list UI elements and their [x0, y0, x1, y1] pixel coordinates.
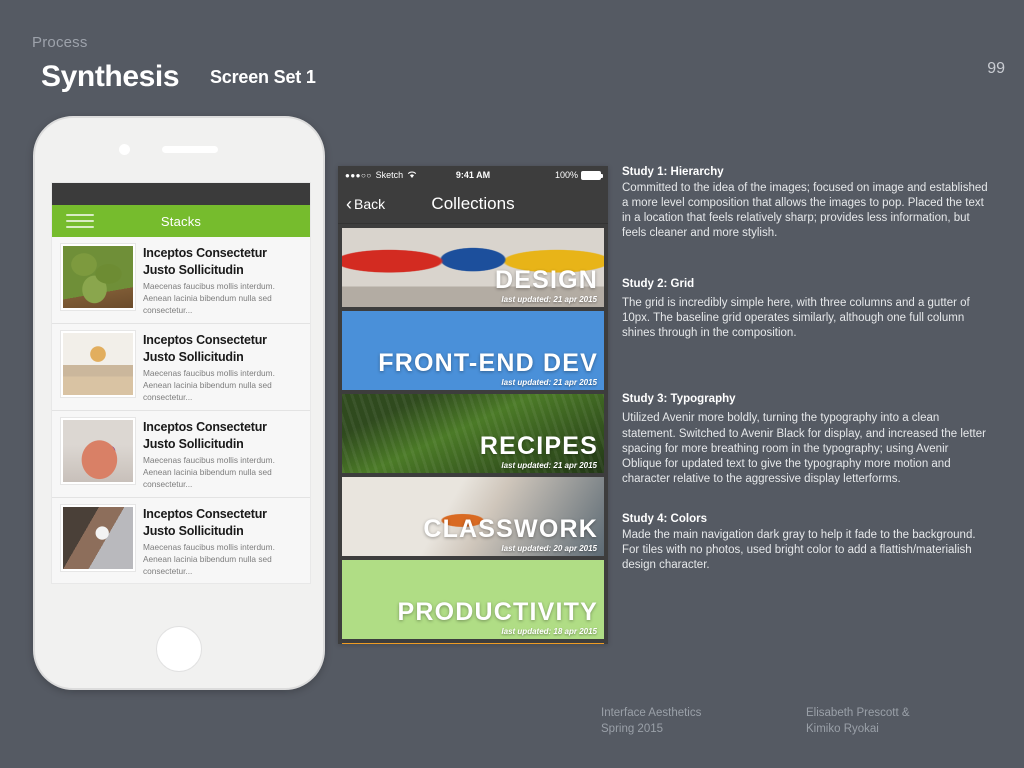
- list-item-title: Inceptos Consectetur Justo Sollicitudin: [143, 420, 267, 451]
- note-title: Study 2: Grid: [622, 278, 695, 291]
- list-item-thumbnail: [61, 418, 135, 485]
- tile-updated: last updated: 18 apr 2015: [501, 627, 597, 636]
- stacks-list[interactable]: Inceptos Consectetur Justo Sollicitudin …: [52, 237, 310, 583]
- collection-tile-design[interactable]: DESIGN last updated: 21 apr 2015: [342, 228, 604, 307]
- tile-label: RECIPES: [479, 432, 598, 460]
- list-item[interactable]: Inceptos Consectetur Justo Sollicitudin …: [52, 237, 310, 325]
- tile-label: PRODUCTIVITY: [397, 598, 598, 626]
- stacks-nav-bar: Stacks: [52, 205, 310, 237]
- tile-label: DESIGN: [494, 266, 598, 294]
- page-title: Synthesis: [41, 60, 180, 93]
- camera-icon: [119, 144, 130, 155]
- tile-updated: last updated: 21 apr 2015: [501, 295, 597, 304]
- note-body: Utilized Avenir more boldly, turning the…: [622, 412, 986, 485]
- collection-tile-classwork[interactable]: CLASSWORK last updated: 20 apr 2015: [342, 477, 604, 556]
- note-body: Made the main navigation dark gray to he…: [622, 528, 976, 571]
- note-title: Study 1: Hierarchy: [622, 166, 724, 178]
- slide-subtitle: Screen Set 1: [210, 67, 316, 87]
- back-button[interactable]: ‹ Back: [346, 195, 385, 213]
- signal-strength-icon: ●●●○○: [345, 170, 372, 180]
- list-item[interactable]: Inceptos Consectetur Justo Sollicitudin …: [52, 411, 310, 499]
- tile-updated: last updated: 21 apr 2015: [501, 461, 597, 470]
- hamburger-menu-icon[interactable]: [66, 210, 94, 232]
- collection-tile-productivity[interactable]: PRODUCTIVITY last updated: 18 apr 2015: [342, 560, 604, 639]
- note-title: Study 3: Typography: [622, 393, 736, 406]
- tile-label: CLASSWORK: [423, 515, 598, 543]
- collection-tile-partial[interactable]: [342, 643, 604, 644]
- list-item-title: Inceptos Consectetur Justo Sollicitudin: [143, 333, 267, 364]
- collections-nav-bar: ‹ Back Collections: [338, 184, 608, 224]
- iphone-mockup-stacks: Stacks Inceptos Consectetur Justo Sollic…: [33, 116, 325, 690]
- note-study-3: Study 3: Typography Utilized Avenir more…: [622, 393, 990, 486]
- list-item-body: Maecenas faucibus mollis interdum. Aenea…: [143, 542, 275, 577]
- stacks-status-bar: [52, 183, 310, 205]
- study-notes-column: Study 1: Hierarchy Committed to the idea…: [622, 166, 990, 599]
- note-study-4: Study 4: Colors Made the main navigation…: [622, 513, 990, 573]
- collections-screen: ●●●○○ Sketch 9:41 AM 100% ‹ Back Collect…: [338, 166, 608, 644]
- wifi-icon: [408, 171, 417, 178]
- credit-course: Interface Aesthetics Spring 2015: [601, 707, 702, 735]
- chevron-left-icon: ‹: [346, 193, 352, 214]
- battery-percent-label: 100%: [554, 170, 578, 180]
- status-time: 9:41 AM: [455, 170, 491, 180]
- tile-updated: last updated: 21 apr 2015: [501, 378, 597, 387]
- stacks-screen: Stacks Inceptos Consectetur Justo Sollic…: [51, 182, 311, 584]
- tile-label: FRONT-END DEV: [378, 349, 598, 377]
- page-number: 99: [987, 60, 1005, 77]
- list-item-thumbnail: [61, 505, 135, 572]
- collections-tile-list: DESIGN last updated: 21 apr 2015 FRONT-E…: [338, 228, 608, 644]
- list-item-title: Inceptos Consectetur Justo Sollicitudin: [143, 246, 267, 277]
- note-study-2: Study 2: Grid The grid is incredibly sim…: [622, 278, 990, 341]
- list-item-body: Maecenas faucibus mollis interdum. Aenea…: [143, 281, 275, 316]
- back-button-label: Back: [354, 195, 386, 212]
- speaker-grille: [162, 146, 218, 153]
- collection-tile-recipes[interactable]: RECIPES last updated: 21 apr 2015: [342, 394, 604, 473]
- list-item-body: Maecenas faucibus mollis interdum. Aenea…: [143, 455, 275, 490]
- slide-kicker: Process: [32, 34, 88, 51]
- list-item[interactable]: Inceptos Consectetur Justo Sollicitudin …: [52, 324, 310, 412]
- note-study-1: Study 1: Hierarchy Committed to the idea…: [622, 166, 990, 241]
- credit-authors: Elisabeth Prescott & Kimiko Ryokai: [806, 707, 910, 735]
- list-item-body: Maecenas faucibus mollis interdum. Aenea…: [143, 368, 275, 403]
- tile-updated: last updated: 20 apr 2015: [501, 544, 597, 553]
- battery-icon: [581, 170, 603, 180]
- list-item[interactable]: Inceptos Consectetur Justo Sollicitudin …: [52, 498, 310, 583]
- collections-status-bar: ●●●○○ Sketch 9:41 AM 100%: [338, 166, 608, 184]
- collection-tile-front-end-dev[interactable]: FRONT-END DEV last updated: 21 apr 2015: [342, 311, 604, 390]
- list-item-thumbnail: [61, 331, 135, 398]
- home-button[interactable]: [156, 626, 202, 672]
- note-title: Study 4: Colors: [622, 512, 707, 525]
- note-body: Committed to the idea of the images; foc…: [622, 182, 988, 240]
- list-item-title: Inceptos Consectetur Justo Sollicitudin: [143, 507, 267, 538]
- carrier-label: Sketch: [375, 170, 404, 180]
- note-body: The grid is incredibly simple here, with…: [622, 297, 970, 340]
- list-item-thumbnail: [61, 244, 135, 310]
